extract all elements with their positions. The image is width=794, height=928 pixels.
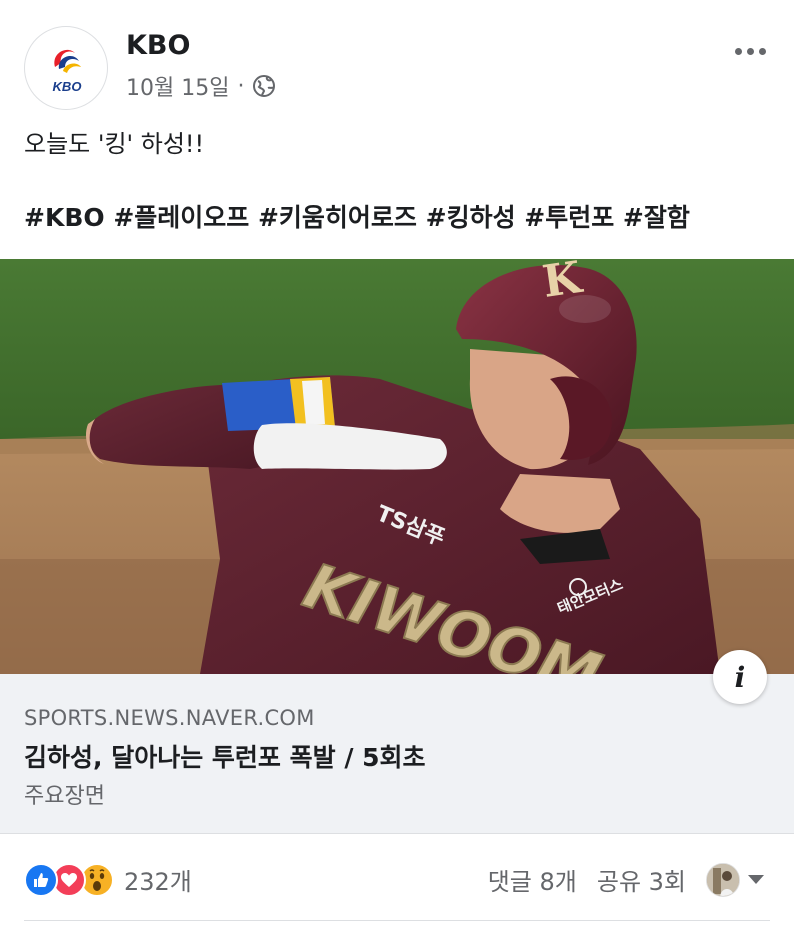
baseball-player-photo: K TS삼푸 KIWOOM 태안모터스 bbox=[0, 259, 794, 674]
post-date[interactable]: 10월 15일 bbox=[126, 70, 229, 102]
post-text: 오늘도 '킹' 하성!! bbox=[24, 130, 205, 158]
post-hashtags[interactable]: #KBO #플레이오프 #키움히어로즈 #킹하성 #투런포 #잘함 bbox=[24, 202, 690, 234]
link-description: 주요장면 bbox=[24, 784, 105, 809]
more-horizontal-icon bbox=[734, 47, 742, 55]
engagement-stats: 댓글 8개 공유 3회 bbox=[488, 862, 764, 897]
page-avatar[interactable]: KBO bbox=[24, 26, 108, 110]
like-reaction-icon bbox=[24, 862, 58, 897]
footer-divider bbox=[24, 920, 770, 921]
link-title[interactable]: 김하성, 달아나는 투런포 폭발 / 5회초 bbox=[24, 738, 426, 774]
post-meta: 10월 15일 · bbox=[126, 70, 276, 102]
helmet-letter: K bbox=[539, 259, 586, 308]
more-options-button[interactable] bbox=[730, 36, 770, 66]
globe-icon[interactable] bbox=[252, 74, 276, 98]
post-footer: 232개 댓글 8개 공유 3회 bbox=[0, 834, 794, 928]
link-preview[interactable]: SPORTS.NEWS.NAVER.COM 김하성, 달아나는 투런포 폭발 /… bbox=[0, 674, 794, 834]
reactions-summary[interactable]: 232개 bbox=[24, 862, 192, 897]
share-count[interactable]: 공유 3회 bbox=[597, 862, 686, 897]
reaction-count[interactable]: 232개 bbox=[124, 862, 192, 897]
viewer-avatar[interactable] bbox=[706, 862, 740, 897]
kbo-logo-text: KBO bbox=[53, 79, 82, 94]
info-icon[interactable]: i bbox=[713, 650, 767, 704]
post-image[interactable]: K TS삼푸 KIWOOM 태안모터스 bbox=[0, 259, 794, 674]
meta-separator: · bbox=[237, 73, 245, 99]
page-name[interactable]: KBO bbox=[126, 30, 190, 61]
kbo-logo: KBO bbox=[53, 49, 82, 94]
more-dot bbox=[746, 47, 754, 55]
more-dot bbox=[758, 47, 766, 55]
chevron-down-icon[interactable] bbox=[748, 875, 764, 884]
link-domain: SPORTS.NEWS.NAVER.COM bbox=[24, 706, 315, 730]
post-header: KBO KBO 10월 15일 · bbox=[0, 0, 794, 110]
comment-count[interactable]: 댓글 8개 bbox=[488, 862, 577, 897]
